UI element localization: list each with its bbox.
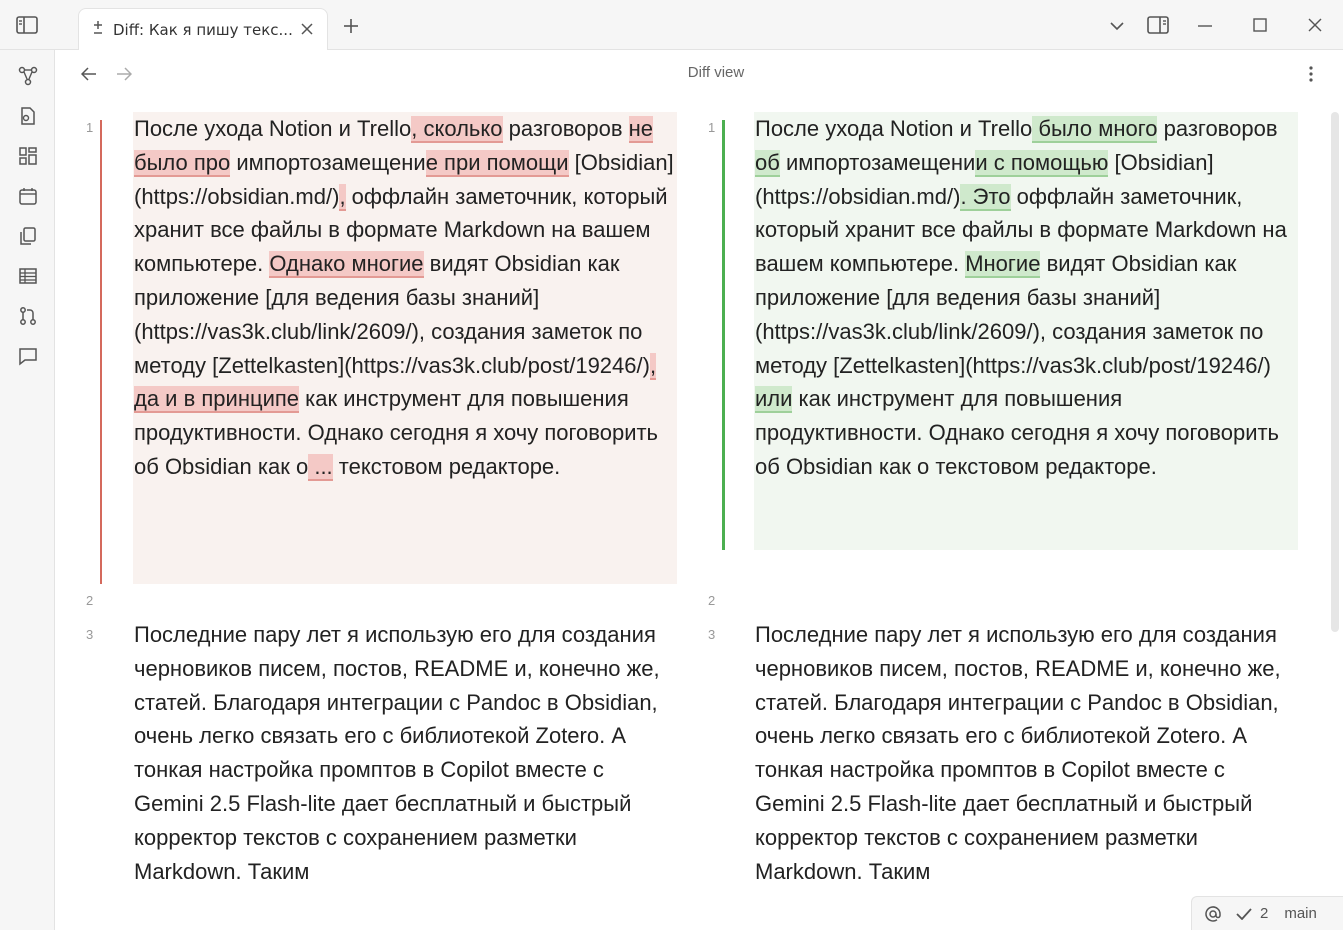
- dashboard-icon[interactable]: [16, 144, 40, 168]
- deleted-text: е при помощи: [425, 149, 569, 177]
- added-text: . Это: [960, 183, 1011, 211]
- line-number: 2: [86, 593, 94, 608]
- left-paragraph-3[interactable]: Последние пару лет я использую его для с…: [134, 618, 674, 888]
- chevron-down-icon[interactable]: [1107, 16, 1127, 36]
- deleted-text: ...: [308, 453, 333, 481]
- unchanged-text: как инструмент для повышения продуктивно…: [755, 386, 1280, 479]
- deleted-bar: [100, 120, 102, 584]
- close-window-icon[interactable]: [1305, 15, 1325, 35]
- added-text: об: [755, 149, 780, 177]
- maximize-icon[interactable]: [1250, 15, 1270, 35]
- minimize-icon[interactable]: [1195, 16, 1215, 36]
- deleted-text: Однако многие: [269, 251, 424, 279]
- more-options-icon[interactable]: [1299, 62, 1323, 86]
- unchanged-text: импортозамещени: [779, 149, 976, 175]
- added-text: Многие: [965, 251, 1041, 279]
- diff-view: Diff view 1 После ухода Notion и Trello,…: [55, 50, 1343, 930]
- check-icon: [1236, 907, 1252, 920]
- added-text: или: [755, 386, 793, 414]
- status-bar: 2 main: [1191, 896, 1343, 930]
- branch-name[interactable]: main: [1284, 905, 1317, 922]
- added-bar: [722, 120, 725, 550]
- plus-icon[interactable]: [341, 16, 361, 36]
- unchanged-text: После ухода Notion и Trello: [134, 116, 412, 141]
- view-title: Diff view: [687, 64, 745, 81]
- sidebar-left-icon[interactable]: [14, 13, 40, 37]
- unchanged-text: После ухода Notion и Trello: [755, 116, 1033, 141]
- unchanged-text: разговоров: [1157, 116, 1278, 141]
- tab-title: Diff: Как я пишу текс...: [113, 21, 293, 39]
- copy-icon[interactable]: [16, 224, 40, 248]
- unchanged-text: текстовом редакторе.: [332, 453, 561, 479]
- git-pull-request-icon[interactable]: [16, 304, 40, 328]
- line-number: 1: [708, 120, 716, 135]
- deleted-text: , сколько: [411, 116, 503, 143]
- right-paragraph-3[interactable]: Последние пару лет я использую его для с…: [755, 618, 1295, 888]
- calendar-icon[interactable]: [16, 184, 40, 208]
- close-icon[interactable]: [297, 19, 317, 39]
- added-text: было много: [1032, 116, 1158, 143]
- scrollbar[interactable]: [1331, 112, 1339, 632]
- left-ribbon: [0, 50, 55, 930]
- line-number: 3: [708, 627, 716, 642]
- title-bar: Diff: Как я пишу текс...: [0, 0, 1343, 51]
- unchanged-text: импортозамещени: [230, 149, 426, 175]
- right-paragraph-1[interactable]: После ухода Notion и Trello было много р…: [755, 112, 1295, 484]
- left-paragraph-1[interactable]: После ухода Notion и Trello, сколько раз…: [134, 112, 674, 484]
- unchanged-text: разговоров: [502, 116, 629, 141]
- sidebar-right-icon[interactable]: [1145, 13, 1171, 37]
- line-number: 3: [86, 627, 94, 642]
- diff-icon: [91, 20, 105, 40]
- file-diff-icon[interactable]: [16, 104, 40, 128]
- line-number: 1: [86, 120, 94, 135]
- comment-icon[interactable]: [16, 344, 40, 368]
- sync-count[interactable]: 2: [1260, 905, 1268, 922]
- at-icon[interactable]: [1204, 905, 1222, 923]
- line-number: 2: [708, 593, 716, 608]
- added-text: и с помощью: [975, 149, 1109, 177]
- graph-icon[interactable]: [16, 64, 40, 88]
- tab-diff[interactable]: Diff: Как я пишу текс...: [78, 8, 328, 51]
- table-icon[interactable]: [16, 264, 40, 288]
